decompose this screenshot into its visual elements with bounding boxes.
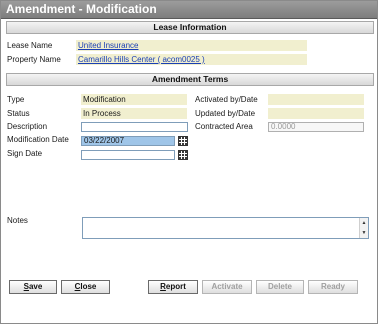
close-button[interactable]: Close [61,280,110,294]
calendar-icon[interactable] [178,136,188,146]
notes-label: Notes [7,216,28,225]
delete-button: Delete [256,280,304,294]
type-label: Type [7,95,25,104]
property-name-field: Camarillo Hills Center ( acom0025 ) [76,54,307,65]
sign-date-label: Sign Date [7,149,43,158]
activated-by-date-field [268,94,364,105]
report-button[interactable]: Report [148,280,198,294]
activated-by-date-label: Activated by/Date [195,95,258,104]
sign-date-input[interactable] [81,150,175,160]
modification-date-input[interactable]: 03/22/2007 [81,136,175,146]
updated-by-date-field [268,108,364,119]
description-label: Description [7,122,48,131]
scroll-up-icon[interactable]: ▲ [360,219,368,227]
title-bar: Amendment - Modification [1,1,377,19]
property-name-label: Property Name [7,55,61,64]
notes-scrollbar[interactable]: ▲ ▼ [359,218,368,238]
type-field: Modification [81,94,187,105]
ready-button: Ready [308,280,358,294]
lease-name-label: Lease Name [7,41,53,50]
amendment-window: Amendment - Modification Lease Informati… [0,0,378,324]
save-button-label: ave [28,282,43,291]
contracted-area-input: 0.0000 [268,122,364,132]
lease-name-link[interactable]: United Insurance [78,41,138,50]
window-title: Amendment - Modification [6,2,157,16]
report-button-label: eport [165,282,186,291]
property-name-link[interactable]: Camarillo Hills Center ( acom0025 ) [78,55,205,64]
close-button-label: lose [80,282,97,291]
calendar-icon[interactable] [178,150,188,160]
description-input[interactable] [81,122,188,132]
status-label: Status [7,109,30,118]
contracted-area-label: Contracted Area [195,122,253,131]
activate-button: Activate [202,280,252,294]
status-field: In Process [81,108,187,119]
save-button[interactable]: Save [9,280,57,294]
updated-by-date-label: Updated by/Date [195,109,256,118]
amendment-terms-header: Amendment Terms [6,73,374,86]
notes-textarea[interactable]: ▲ ▼ [82,217,369,239]
modification-date-label: Modification Date [7,135,69,144]
lease-information-header: Lease Information [6,21,374,34]
lease-name-field: United Insurance [76,40,307,51]
scroll-down-icon[interactable]: ▼ [360,229,368,237]
